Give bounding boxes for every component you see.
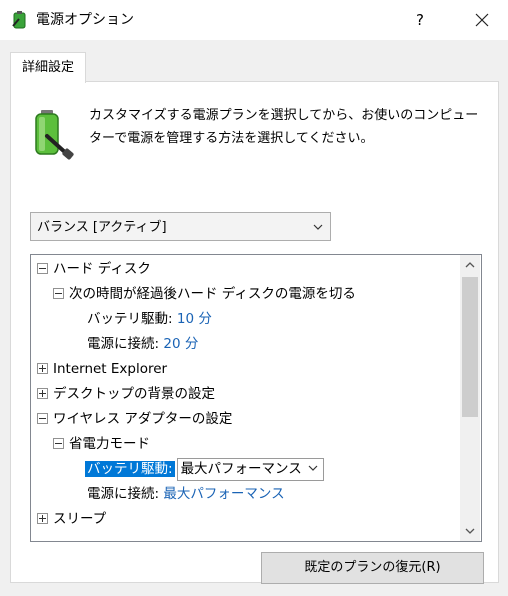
tree-item-hard-disk-off[interactable]: 次の時間が経過後ハード ディスクの電源を切る — [53, 282, 356, 307]
settings-tree[interactable]: ハード ディスク 次の時間が経過後ハード ディスクの電源を切る バッテリ駆動: … — [30, 254, 482, 542]
tree-item-label: 省電力モード — [69, 436, 150, 452]
tree-item-label: ワイヤレス アダプターの設定 — [53, 411, 233, 427]
expand-icon[interactable] — [37, 512, 48, 524]
scroll-up-icon[interactable] — [460, 255, 480, 275]
restore-default-plan-button[interactable]: 既定のプランの復元(R) — [261, 552, 484, 584]
tree-item-label: 次の時間が経過後ハード ディスクの電源を切る — [69, 286, 356, 302]
collapse-icon[interactable] — [53, 287, 64, 299]
tree-item-hard-disk-battery[interactable]: バッテリ駆動: 10 分 — [87, 307, 212, 332]
setting-label: バッテリ駆動: — [87, 311, 173, 327]
tree-item-desktop-background[interactable]: デスクトップの背景の設定 — [37, 382, 215, 407]
tree-item-wireless-battery[interactable]: バッテリ駆動: 最大パフォーマンス — [85, 457, 324, 482]
tree-item-label: Internet Explorer — [53, 361, 168, 377]
tree-item-hard-disk[interactable]: ハード ディスク — [37, 257, 151, 282]
power-options-icon — [12, 11, 26, 29]
tree-item-label: デスクトップの背景の設定 — [53, 386, 215, 402]
tree-item-power-saving-mode[interactable]: 省電力モード — [53, 432, 150, 457]
tab-advanced-settings[interactable]: 詳細設定 — [10, 52, 86, 83]
setting-value[interactable]: 10 分 — [177, 311, 212, 327]
scroll-down-icon[interactable] — [460, 521, 480, 541]
collapse-icon[interactable] — [37, 412, 48, 424]
scroll-thumb[interactable] — [462, 277, 478, 417]
battery-mode-value: 最大パフォーマンス — [180, 460, 302, 477]
setting-label: 電源に接続: — [87, 336, 160, 352]
description-text: カスタマイズする電源プランを選択してから、お使いのコンピューターで電源を管理する… — [89, 108, 479, 146]
vertical-scrollbar[interactable] — [460, 255, 480, 541]
expand-icon[interactable] — [37, 387, 48, 399]
battery-mode-select[interactable]: 最大パフォーマンス — [176, 457, 324, 481]
power-plan-select[interactable]: バランス [アクティブ] — [30, 212, 331, 241]
tree-item-label: スリープ — [53, 511, 107, 527]
tree-item-internet-explorer[interactable]: Internet Explorer — [37, 357, 167, 382]
tree-item-hard-disk-plugged[interactable]: 電源に接続: 20 分 — [87, 332, 198, 357]
collapse-icon[interactable] — [53, 437, 64, 449]
tree-item-label: ハード ディスク — [53, 261, 151, 277]
window-title: 電源オプション — [36, 12, 134, 28]
close-icon[interactable] — [460, 4, 504, 36]
setting-label: 電源に接続: — [87, 486, 160, 502]
settings-panel: カスタマイズする電源プランを選択してから、お使いのコンピューターで電源を管理する… — [10, 81, 499, 584]
chevron-down-icon — [308, 465, 318, 471]
collapse-icon[interactable] — [37, 262, 48, 274]
power-plan-value: バランス [アクティブ] — [37, 220, 167, 235]
setting-value[interactable]: 20 分 — [163, 336, 198, 352]
setting-label-selected: バッテリ駆動: — [85, 461, 175, 477]
setting-value[interactable]: 最大パフォーマンス — [163, 486, 284, 502]
tree-item-wireless-adapter[interactable]: ワイヤレス アダプターの設定 — [37, 407, 232, 432]
chevron-down-icon — [313, 224, 323, 230]
tree-item-sleep[interactable]: スリープ — [37, 507, 106, 532]
tree-item-wireless-plugged[interactable]: 電源に接続: 最大パフォーマンス — [87, 482, 285, 507]
battery-plug-icon — [35, 110, 74, 160]
help-button[interactable]: ? — [405, 8, 435, 32]
title-bar: 電源オプション ? — [0, 0, 508, 40]
expand-icon[interactable] — [37, 362, 48, 374]
